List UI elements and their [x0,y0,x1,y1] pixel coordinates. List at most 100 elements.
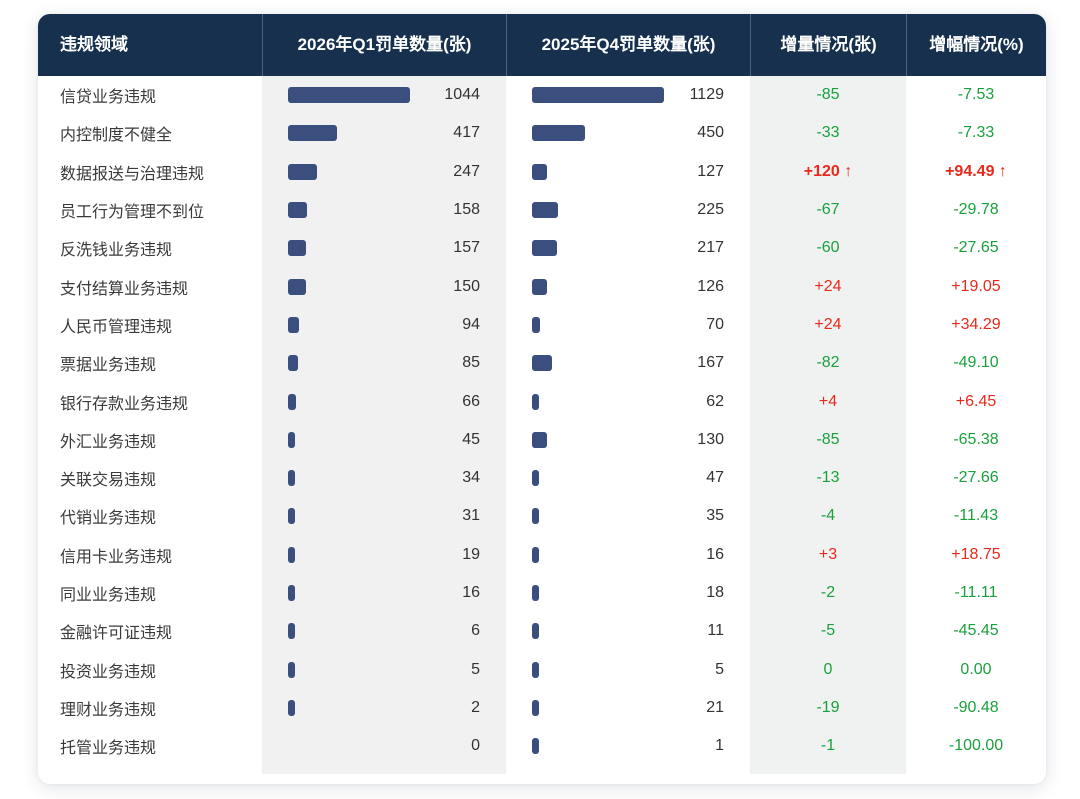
pct-value: +6.45 [906,393,1046,411]
pct-value: -45.45 [906,622,1046,640]
q1-bar-cell: 45 [262,421,506,459]
q1-bar-cell: 158 [262,191,506,229]
q1-bar-cell: 6 [262,612,506,650]
q4-bar-cell: 225 [506,191,750,229]
table-row: 投资业务违规5500.00 [38,650,1046,688]
q4-bar-cell: 11 [506,612,750,650]
table-row: 信贷业务违规10441129-85-7.53 [38,76,1046,114]
q1-bar [288,585,295,601]
q4-bar-cell: 1129 [506,76,750,114]
table-body: 信贷业务违规10441129-85-7.53内控制度不健全417450-33-7… [38,76,1046,784]
q4-value: 18 [706,584,724,602]
table-row: 数据报送与治理违规247127+120 ↑+94.49 ↑ [38,153,1046,191]
q1-bar [288,125,337,141]
q4-bar-cell: 126 [506,267,750,305]
delta-value: -60 [750,239,906,257]
q4-value: 62 [706,393,724,411]
q4-bar [532,125,585,141]
q1-value: 66 [462,393,480,411]
delta-value: -4 [750,507,906,525]
violation-area-label: 员工行为管理不到位 [38,198,262,222]
q4-bar [532,662,539,678]
q1-bar-cell: 85 [262,344,506,382]
q4-bar-cell: 450 [506,114,750,152]
q4-bar [532,317,540,333]
q1-value: 34 [462,469,480,487]
table-row: 反洗钱业务违规 157 217-60-27.65 [38,229,1046,267]
q4-value: 35 [706,507,724,525]
q1-bar [288,662,295,678]
q4-value: 130 [697,431,724,449]
q4-bar-cell: 35 [506,497,750,535]
q1-value: 94 [462,316,480,334]
q1-value: 0 [471,737,480,755]
q1-value: 247 [453,163,480,181]
q4-bar [532,738,539,754]
header-q4-count: 2025年Q4罚单数量(张) [506,14,750,76]
violation-area-label: 同业业务违规 [38,581,262,605]
delta-value: -13 [750,469,906,487]
q4-bar [532,700,539,716]
q4-bar-cell: 47 [506,459,750,497]
pct-value: +94.49 ↑ [906,163,1046,181]
pct-value: +18.75 [906,546,1046,564]
table-row: 理财业务违规221-19-90.48 [38,689,1046,727]
q1-bar [288,470,295,486]
pct-value: -7.53 [906,86,1046,104]
q1-bar-cell: 34 [262,459,506,497]
q4-bar [532,623,539,639]
q4-value: 70 [706,316,724,334]
q4-bar-cell: 167 [506,344,750,382]
violation-area-label: 票据业务违规 [38,351,262,375]
q4-bar [532,547,539,563]
q1-bar-cell: 94 [262,306,506,344]
header-violation-area: 违规领域 [38,14,262,76]
q1-value: 157 [453,239,480,257]
table-row: 同业业务违规1618-2-11.11 [38,574,1046,612]
q4-bar [532,87,664,103]
violation-area-label: 反洗钱业务违规 [38,236,262,260]
table-row: 信用卡业务违规1916+3+18.75 [38,536,1046,574]
q1-bar [288,279,306,295]
pct-value: -11.11 [906,584,1046,602]
delta-value: -1 [750,737,906,755]
delta-value: +24 [750,278,906,296]
q4-bar-cell: 217 [506,229,750,267]
violation-area-label: 托管业务违规 [38,734,262,758]
q4-bar [532,164,547,180]
q1-value: 5 [471,661,480,679]
q1-bar-cell: 157 [262,229,506,267]
violation-area-label: 信贷业务违规 [38,83,262,107]
q4-bar [532,240,557,256]
q1-value: 45 [462,431,480,449]
delta-value: -85 [750,86,906,104]
q4-bar-cell: 70 [506,306,750,344]
delta-value: -5 [750,622,906,640]
q4-bar-cell: 62 [506,382,750,420]
table-row: 代销业务违规3135-4-11.43 [38,497,1046,535]
delta-value: -82 [750,354,906,372]
violation-area-label: 理财业务违规 [38,696,262,720]
pct-value: -29.78 [906,201,1046,219]
pct-value: -27.65 [906,239,1046,257]
pct-value: -11.43 [906,507,1046,525]
q1-value: 417 [453,124,480,142]
q1-bar [288,164,317,180]
header-delta: 增量情况(张) [750,14,906,76]
q1-value: 2 [471,699,480,717]
delta-value: -67 [750,201,906,219]
delta-value: -85 [750,431,906,449]
table-header-row: 违规领域 2026年Q1罚单数量(张) 2025年Q4罚单数量(张) 增量情况(… [38,14,1046,76]
violation-area-label: 银行存款业务违规 [38,390,262,414]
q1-bar-cell: 247 [262,153,506,191]
table-row: 关联交易违规3447-13-27.66 [38,459,1046,497]
violation-area-label: 内控制度不健全 [38,121,262,145]
q1-bar [288,508,295,524]
q1-bar-cell: 2 [262,689,506,727]
q1-bar [288,547,295,563]
violation-area-label: 人民币管理违规 [38,313,262,337]
delta-value: +3 [750,546,906,564]
q1-bar-cell: 5 [262,650,506,688]
q4-bar-cell: 16 [506,536,750,574]
pct-value: -7.33 [906,124,1046,142]
